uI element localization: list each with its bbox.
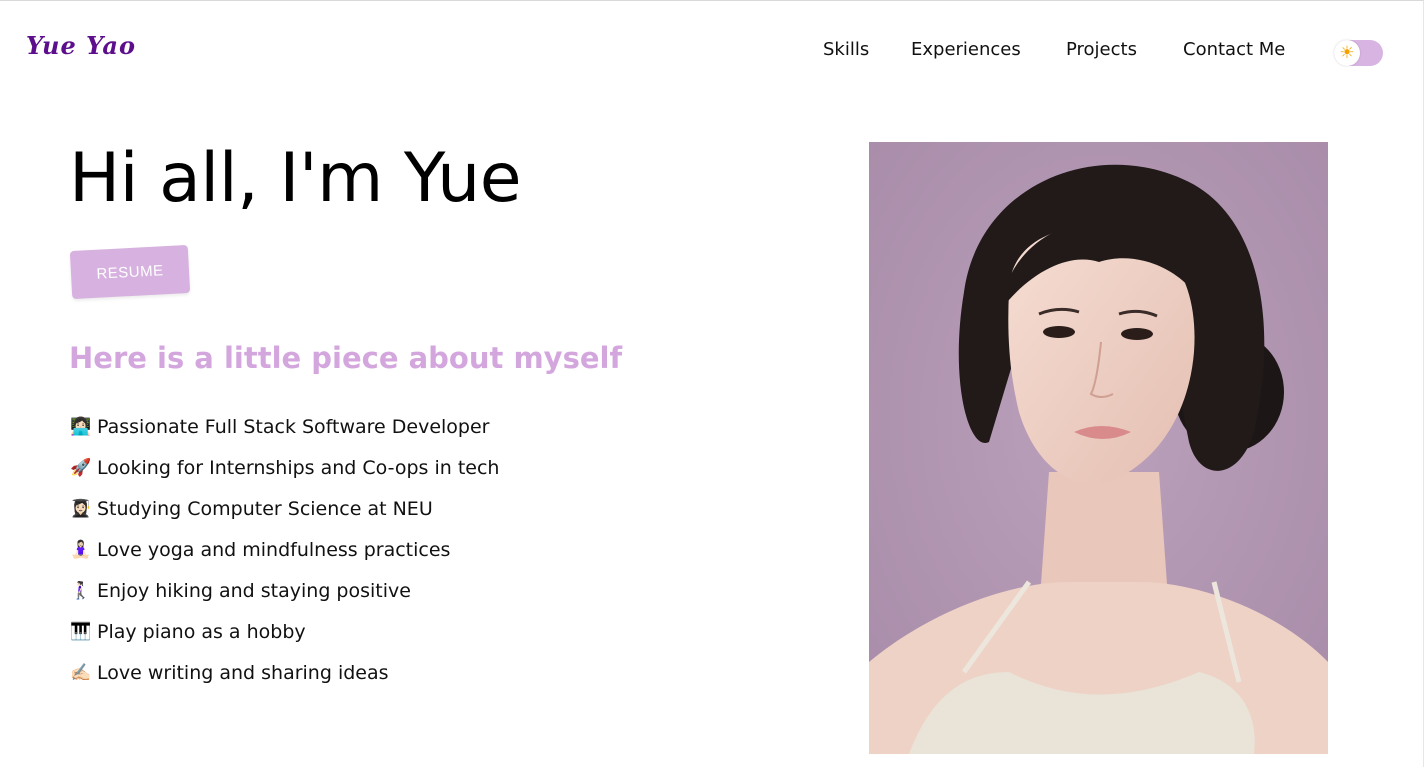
nav-skills[interactable]: Skills (823, 39, 869, 60)
graduate-emoji-icon: 👩🏻‍🎓 (70, 498, 92, 519)
theme-toggle[interactable]: ☀ (1334, 40, 1383, 66)
yoga-emoji-icon: 🧘🏻‍♀️ (70, 539, 92, 560)
fact-text: Enjoy hiking and staying positive (97, 579, 411, 602)
rocket-emoji-icon: 🚀 (70, 457, 92, 478)
fact-text: Love writing and sharing ideas (97, 661, 389, 684)
sun-icon: ☀ (1334, 40, 1360, 66)
logo[interactable]: Yue Yao (26, 31, 136, 60)
fact-item: ✍🏻 Love writing and sharing ideas (70, 652, 499, 693)
fact-text: Passionate Full Stack Software Developer (97, 415, 490, 438)
piano-emoji-icon: 🎹 (70, 621, 92, 642)
nav-projects[interactable]: Projects (1066, 39, 1137, 60)
fact-item: 🧘🏻‍♀️ Love yoga and mindfulness practice… (70, 529, 499, 570)
fact-text: Studying Computer Science at NEU (97, 497, 433, 520)
greeting-heading: Hi all, I'm Yue (69, 139, 522, 218)
fact-text: Play piano as a hobby (97, 620, 306, 643)
fact-text: Looking for Internships and Co-ops in te… (97, 456, 500, 479)
fact-item: 🚀 Looking for Internships and Co-ops in … (70, 447, 499, 488)
portrait-photo (869, 142, 1328, 754)
resume-button[interactable]: RESUME (69, 244, 191, 300)
developer-emoji-icon: 👩🏻‍💻 (70, 416, 92, 437)
fact-item: 🚶🏻‍♀️ Enjoy hiking and staying positive (70, 570, 499, 611)
fact-text: Love yoga and mindfulness practices (97, 538, 451, 561)
page: Yue Yao Skills Experiences Projects Cont… (0, 0, 1424, 767)
nav-experiences[interactable]: Experiences (911, 39, 1021, 60)
about-facts-list: 👩🏻‍💻 Passionate Full Stack Software Deve… (70, 406, 499, 693)
about-subtitle: Here is a little piece about myself (69, 341, 623, 375)
fact-item: 🎹 Play piano as a hobby (70, 611, 499, 652)
writing-emoji-icon: ✍🏻 (70, 662, 92, 683)
fact-item: 👩🏻‍🎓 Studying Computer Science at NEU (70, 488, 499, 529)
nav-contact-me[interactable]: Contact Me (1183, 39, 1285, 60)
fact-item: 👩🏻‍💻 Passionate Full Stack Software Deve… (70, 406, 499, 447)
walking-emoji-icon: 🚶🏻‍♀️ (70, 580, 92, 601)
